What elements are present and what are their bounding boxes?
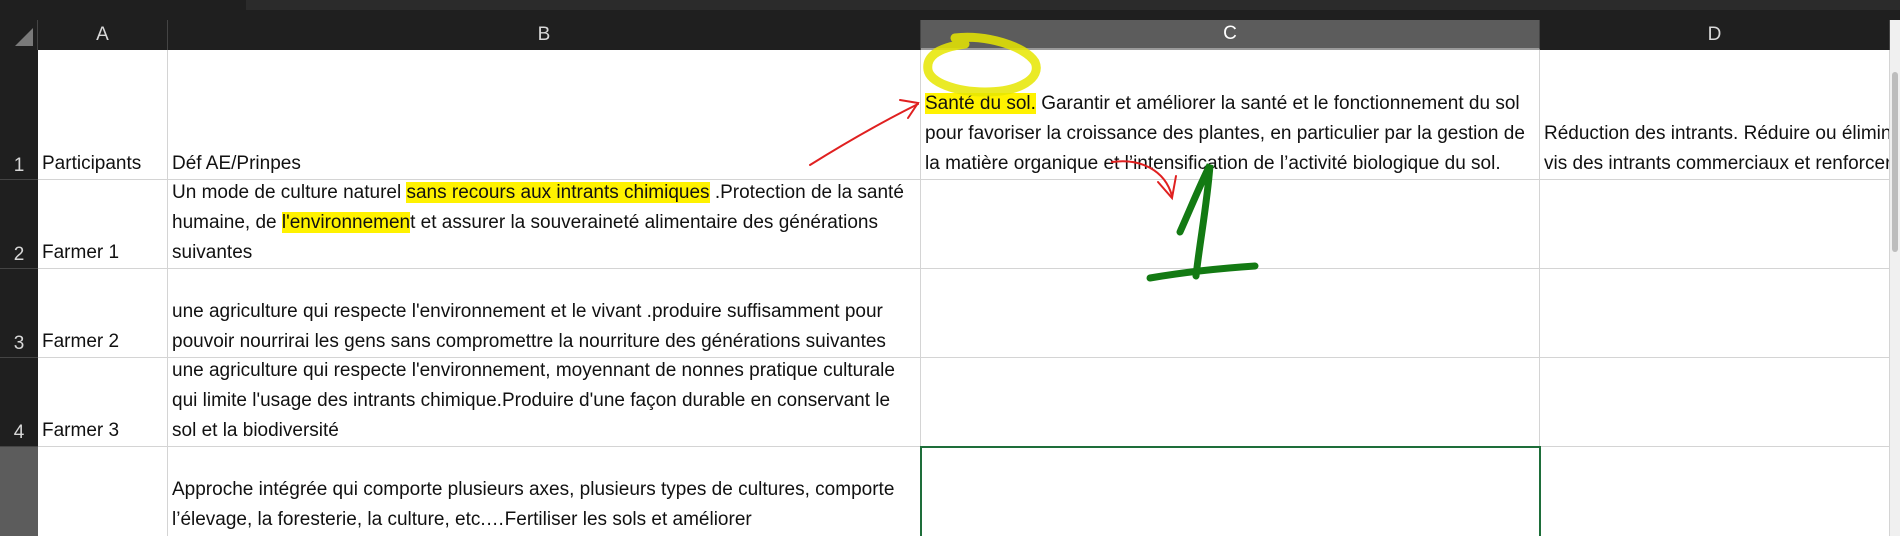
cell-a3-text: Farmer 2	[42, 331, 120, 352]
cell-b3-text: une agriculture qui respecte l'environne…	[172, 301, 886, 352]
cell-c3[interactable]	[921, 269, 1540, 358]
cell-a1-text: Participants	[42, 153, 142, 174]
row-header-4[interactable]: 4	[0, 358, 38, 447]
cell-d2[interactable]	[1540, 180, 1890, 269]
cell-a3[interactable]: Farmer 2	[38, 269, 168, 358]
cell-b2-highlight1: sans recours aux intrants chimiques	[406, 182, 710, 203]
cell-a5[interactable]	[38, 447, 168, 536]
cell-b2-text: Un mode de culture naturel sans recours …	[172, 180, 916, 268]
cell-d1-text: Réduction des intrants. Réduire ou élimi…	[1544, 123, 1890, 174]
cell-c1-text: Santé du sol. Garantir et améliorer la s…	[925, 89, 1535, 179]
cell-b5[interactable]: Approche intégrée qui comporte plusieurs…	[168, 447, 921, 536]
cell-c2[interactable]	[921, 180, 1540, 269]
cell-d3[interactable]	[1540, 269, 1890, 358]
cell-d1[interactable]: Réduction des intrants. Réduire ou élimi…	[1540, 50, 1890, 180]
cell-b1-text: Déf AE/Prinpes	[172, 153, 301, 174]
cell-a2-text: Farmer 1	[42, 242, 120, 263]
cell-b2-highlight2: l'environnemen	[281, 212, 411, 233]
row-header-5[interactable]: 5	[0, 447, 38, 536]
cell-a4-text: Farmer 3	[42, 420, 120, 441]
column-header-b[interactable]: B	[168, 20, 921, 50]
cell-b2-part1: Un mode de culture naturel	[172, 182, 407, 203]
cell-a2[interactable]: Farmer 1	[38, 180, 168, 269]
vertical-scrollbar[interactable]	[1890, 20, 1900, 536]
column-header-d[interactable]: D	[1540, 20, 1890, 50]
scrollbar-thumb[interactable]	[1892, 72, 1898, 252]
row-header-2[interactable]: 2	[0, 180, 38, 269]
cell-b4[interactable]: une agriculture qui respecte l'environne…	[168, 358, 921, 447]
cell-a1[interactable]: Participants	[38, 50, 168, 180]
cell-c4[interactable]	[921, 358, 1540, 447]
cell-c1[interactable]: Santé du sol. Garantir et améliorer la s…	[921, 50, 1540, 180]
cell-b2[interactable]: Un mode de culture naturel sans recours …	[168, 180, 921, 269]
formula-bar-edge	[246, 0, 1900, 10]
cell-a4[interactable]: Farmer 3	[38, 358, 168, 447]
row-header-1[interactable]: 1	[0, 50, 38, 180]
cell-b3[interactable]: une agriculture qui respecte l'environne…	[168, 269, 921, 358]
cell-c5-selected[interactable]	[920, 446, 1541, 536]
cell-d4[interactable]	[1540, 358, 1890, 447]
cell-b1[interactable]: Déf AE/Prinpes	[168, 50, 921, 180]
row-header-3[interactable]: 3	[0, 269, 38, 358]
column-header-c[interactable]: C	[921, 20, 1540, 50]
cell-b4-text: une agriculture qui respecte l'environne…	[172, 360, 895, 441]
cell-c1-highlight: Santé du sol.	[925, 93, 1036, 114]
select-all-triangle-icon	[15, 28, 33, 46]
cell-d5[interactable]	[1540, 447, 1890, 536]
column-header-a[interactable]: A	[38, 20, 168, 50]
cell-b5-text: Approche intégrée qui comporte plusieurs…	[172, 479, 895, 530]
select-all-corner[interactable]	[0, 20, 38, 50]
